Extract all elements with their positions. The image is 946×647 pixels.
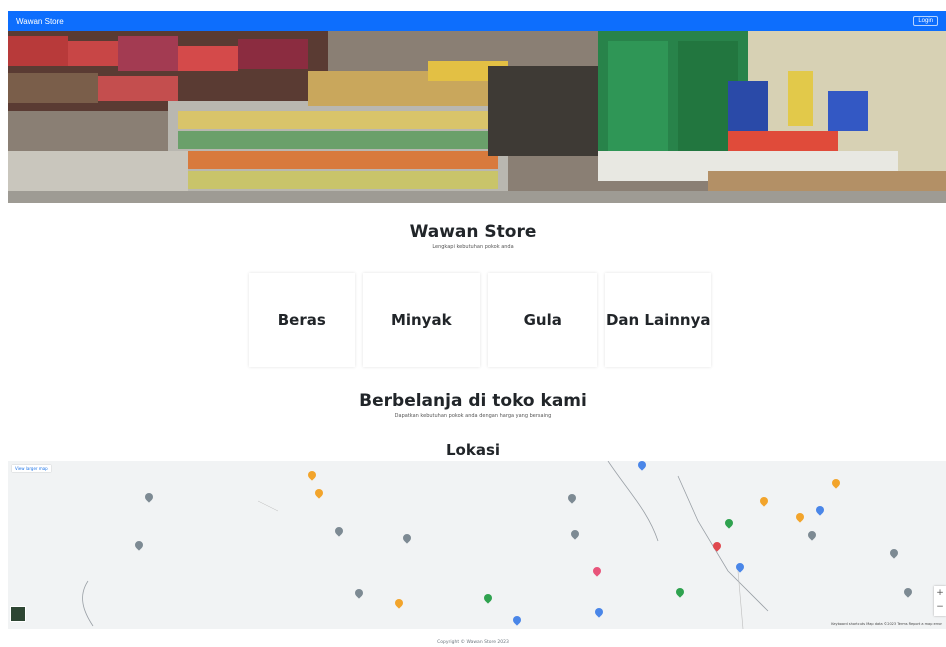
store-photo	[8, 31, 946, 203]
store-subtitle: Lengkapi kebutuhan pokok anda	[432, 244, 514, 250]
shop-subtitle: Dapatkan kebutuhan pokok anda dengan har…	[394, 413, 552, 419]
location-title: Lokasi	[445, 441, 501, 459]
footer-copyright: Copyright © Wawan Store 2023	[437, 640, 509, 645]
map-zoom-control[interactable]: + −	[934, 586, 946, 616]
category-card-minyak[interactable]: Minyak	[362, 273, 480, 367]
brand-link[interactable]: Wawan Store	[16, 17, 64, 26]
category-cards: Beras Minyak Gula Dan Lainnya	[249, 273, 711, 367]
shop-title: Berbelanja di toko kami	[359, 391, 587, 411]
navbar: Wawan Store Login	[8, 11, 946, 31]
location-map[interactable]: View larger map + − Keyboard shortcuts M…	[8, 461, 946, 629]
map-attribution[interactable]: Keyboard shortcuts Map data ©2023 Terms …	[831, 622, 942, 626]
nav-login-button[interactable]: Login	[913, 16, 938, 26]
map-satellite-toggle[interactable]	[10, 606, 26, 622]
category-card-gula[interactable]: Gula	[487, 273, 598, 367]
category-card-lainnya[interactable]: Dan Lainnya	[605, 273, 711, 367]
zoom-in-button[interactable]: +	[934, 586, 946, 600]
zoom-out-button[interactable]: −	[934, 600, 946, 614]
view-larger-map-link[interactable]: View larger map	[12, 465, 51, 472]
category-card-beras[interactable]: Beras	[249, 273, 355, 367]
hero-image	[8, 31, 946, 203]
map-roads	[82, 461, 769, 629]
store-title: Wawan Store	[409, 222, 537, 242]
